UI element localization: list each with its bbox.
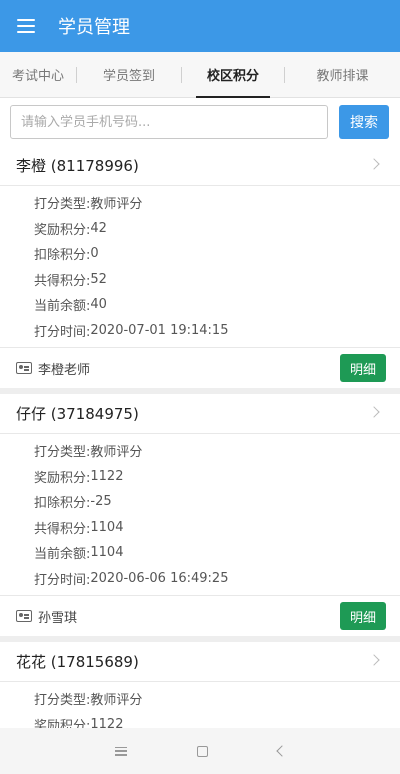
deduct-points-row: 扣除积分: 0 <box>34 246 99 264</box>
search-button[interactable]: 搜索 <box>339 105 389 139</box>
score-time-value: 2020-06-06 16:49:25 <box>90 570 229 586</box>
deduct-points-value: 0 <box>90 246 99 262</box>
balance-row: 当前余额: 1104 <box>34 545 124 563</box>
score-time-row: 打分时间: 2020-07-01 19:14:15 <box>34 322 229 340</box>
search-bar: 搜索 <box>0 98 400 146</box>
record-footer: 孙雪琪 明细 <box>0 596 400 636</box>
student-name: 花花 (17815689) <box>16 653 139 671</box>
reward-points-row: 奖励积分: 1122 <box>0 712 400 728</box>
record-details: 打分类型: 教师评分 奖励积分: 42 扣除积分: 0 共得积分: 52 当前余额: 40… <box>0 186 400 348</box>
total-points-row: 共得积分: 52 <box>34 271 107 289</box>
app-bar: 学员管理 <box>0 0 400 52</box>
id-card-icon <box>16 610 32 622</box>
reward-points-value: 42 <box>90 220 107 236</box>
score-time-row: 打分时间: 2020-06-06 16:49:25 <box>34 570 229 588</box>
home-icon[interactable] <box>196 745 208 757</box>
record-details: 打分类型: 教师评分 奖励积分: 1122 <box>0 682 400 728</box>
deduct-points-row: 扣除积分: -25 <box>34 494 112 512</box>
back-icon[interactable] <box>275 745 288 757</box>
record-header[interactable]: 李橙 (81178996) <box>0 146 400 186</box>
record-header[interactable]: 花花 (17815689) <box>0 642 400 682</box>
reward-points-row: 奖励积分: 42 <box>34 220 107 238</box>
tab-bar: 考试中心 学员签到 校区积分 教师排课 <box>0 52 400 98</box>
id-card-icon <box>16 362 32 374</box>
score-type-value: 教师评分 <box>90 693 143 709</box>
tab-campus-points[interactable]: 校区积分 <box>182 52 284 98</box>
record-card: 李橙 (81178996) 打分类型: 教师评分 奖励积分: 42 扣除积分: 0 共… <box>0 146 400 388</box>
record-card: 仔仔 (37184975) 打分类型: 教师评分 奖励积分: 1122 扣除积分: -… <box>0 394 400 636</box>
page-title: 学员管理 <box>58 17 130 38</box>
tab-exam-center[interactable]: 考试中心 <box>0 52 76 98</box>
balance-value: 1104 <box>90 545 124 561</box>
tab-student-checkin[interactable]: 学员签到 <box>77 52 181 98</box>
total-points-value: 52 <box>90 271 107 287</box>
balance-value: 40 <box>90 297 107 313</box>
record-footer: 李橙老师 明细 <box>0 348 400 388</box>
menu-button[interactable] <box>0 0 52 52</box>
record-header[interactable]: 仔仔 (37184975) <box>0 394 400 434</box>
record-card: 花花 (17815689) 打分类型: 教师评分 奖励积分: 1122 <box>0 642 400 728</box>
deduct-points-value: -25 <box>90 494 112 510</box>
score-type-row: 打分类型: 教师评分 <box>0 438 400 464</box>
score-type-row: 打分类型: 教师评分 <box>0 686 400 712</box>
balance-row: 当前余额: 40 <box>34 297 107 315</box>
total-points-value: 1104 <box>90 519 124 535</box>
score-type-value: 教师评分 <box>90 197 143 213</box>
reward-points-value: 1122 <box>90 468 124 484</box>
system-nav-bar <box>0 728 400 774</box>
menu-icon <box>17 19 35 33</box>
recent-apps-icon[interactable] <box>114 746 127 756</box>
teacher-name: 孙雪琪 <box>38 610 78 626</box>
reward-points-row: 奖励积分: 1122 <box>34 468 124 486</box>
detail-button[interactable]: 明细 <box>340 354 386 382</box>
teacher-name: 李橙老师 <box>38 362 91 378</box>
chevron-right-icon <box>368 406 380 418</box>
total-points-row: 共得积分: 1104 <box>34 519 124 537</box>
score-time-value: 2020-07-01 19:14:15 <box>90 322 229 338</box>
detail-button[interactable]: 明细 <box>340 602 386 630</box>
student-name: 仔仔 (37184975) <box>16 405 139 423</box>
chevron-right-icon <box>368 158 380 170</box>
score-type-row: 打分类型: 教师评分 <box>0 190 400 216</box>
student-name: 李橙 (81178996) <box>16 157 139 175</box>
search-input[interactable] <box>10 105 328 139</box>
chevron-right-icon <box>368 654 380 666</box>
score-type-value: 教师评分 <box>90 445 143 461</box>
tab-teacher-schedule[interactable]: 教师排课 <box>285 52 400 98</box>
record-details: 打分类型: 教师评分 奖励积分: 1122 扣除积分: -25 共得积分: 1104 当… <box>0 434 400 596</box>
reward-points-value: 1122 <box>90 716 124 728</box>
